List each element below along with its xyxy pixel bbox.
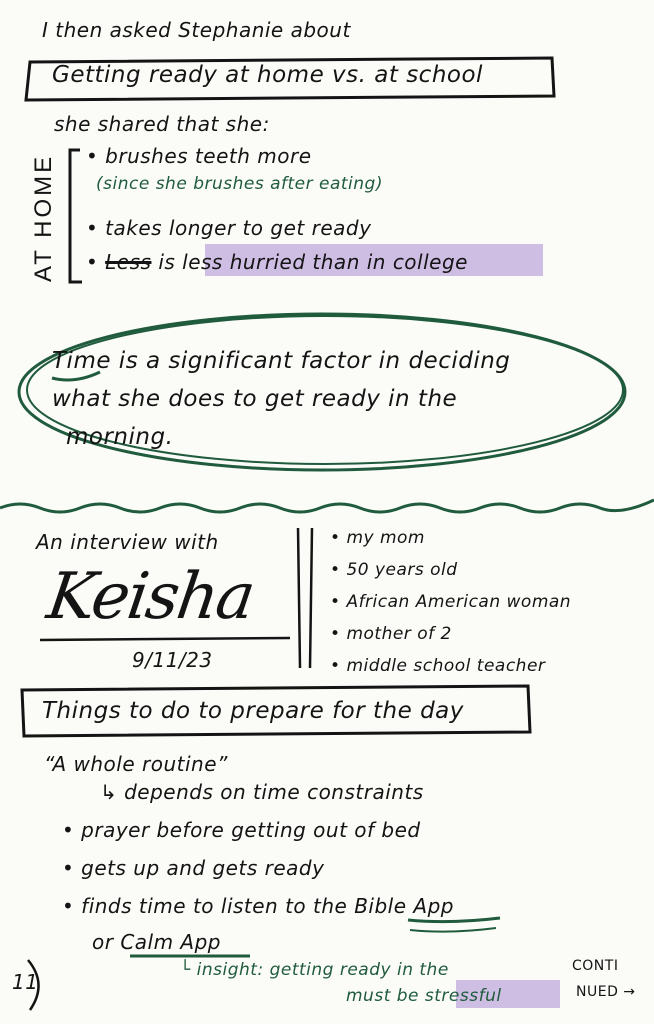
at-home-item-3: • Less is less hurried than in college (86, 250, 468, 274)
profile-item-4: • mother of 2 (330, 624, 452, 644)
insight-1-line-3: morning. (66, 424, 174, 450)
routine-quote: “A whole routine” (44, 752, 228, 776)
interviewee-signature: Keisha (42, 560, 258, 634)
insight-1-line-1: Time is a significant factor in deciding (52, 348, 511, 374)
at-home-label: AT HOME (30, 153, 57, 282)
profile-item-5: • middle school teacher (330, 656, 546, 676)
insight-1-line-2: what she does to get ready in the (52, 386, 458, 412)
profile-item-3: • African American woman (330, 592, 572, 612)
topic-box-1: Getting ready at home vs. at school (52, 62, 483, 88)
at-home-item-1: • brushes teeth more (86, 144, 312, 168)
routine-item-4: or Calm App (92, 930, 222, 954)
routine-quote-sub: ↳ depends on time constraints (100, 780, 424, 804)
she-shared: she shared that she: (54, 112, 270, 136)
routine-item-2: • gets up and gets ready (62, 856, 325, 880)
interview-date: 9/11/23 (132, 648, 213, 672)
continued-line-1: CONTI (572, 958, 619, 974)
topic-box-2: Things to do to prepare for the day (42, 698, 464, 724)
insight-2-line-2: must be stressful (346, 986, 502, 1006)
routine-item-3: • finds time to listen to the Bible App (62, 894, 454, 918)
continued-line-2: NUED → (576, 984, 636, 1000)
brush-note: (since she brushes after eating) (96, 174, 383, 194)
insight-2-line-1: └ insight: getting ready in the (180, 960, 449, 980)
page-number: 11 (12, 970, 39, 994)
at-home-item-2: • takes longer to get ready (86, 216, 372, 240)
profile-item-1: • my mom (330, 528, 425, 548)
interview-heading: An interview with (36, 530, 219, 554)
intro-line: I then asked Stephanie about (42, 18, 351, 42)
routine-item-1: • prayer before getting out of bed (62, 818, 421, 842)
profile-item-2: • 50 years old (330, 560, 458, 580)
